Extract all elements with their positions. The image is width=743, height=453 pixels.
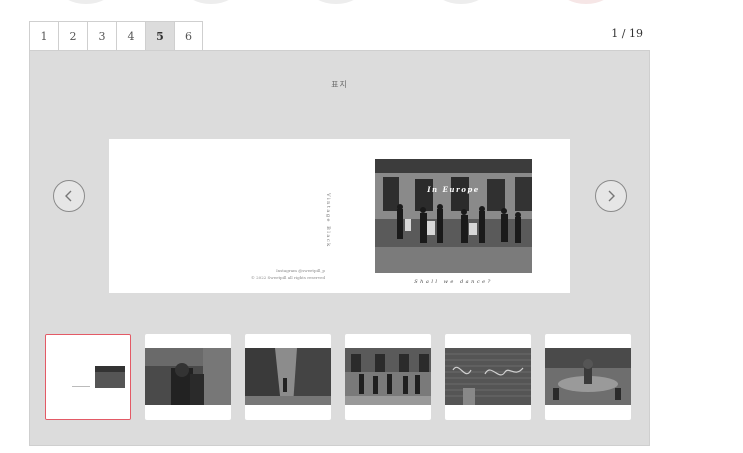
credit-line: Instagram @sweetpill_p — [276, 268, 325, 273]
prev-page-button[interactable] — [53, 180, 85, 212]
photo-title: In Europe — [427, 185, 480, 194]
thumbnail-image — [545, 348, 631, 405]
credit-line: © 2022 Sweetpill all rights reserved — [250, 275, 325, 280]
page-tabs: 1 2 3 4 5 6 — [29, 21, 203, 51]
preview-panel: 표지 Vintage Black Instagram @sweetpill_p … — [29, 50, 650, 446]
spine-text: Vintage Black — [325, 193, 331, 248]
thumbnail-image — [345, 348, 431, 405]
decorative-arc — [310, 0, 362, 4]
tab-5[interactable]: 5 — [145, 21, 174, 51]
thumbnail-cover[interactable] — [45, 334, 131, 420]
thumbnail-narrow-alley[interactable] — [245, 334, 331, 420]
thumbnail-dancers[interactable] — [345, 334, 431, 420]
back-cover-credit: Instagram @sweetpill_p © 2022 Sweetpill … — [225, 267, 325, 281]
tab-3[interactable]: 3 — [87, 21, 116, 51]
thumbnail-image — [245, 348, 331, 405]
chevron-left-icon — [65, 190, 72, 202]
page-count: 1 / 19 — [611, 27, 643, 40]
thumbnail-image — [145, 348, 231, 405]
tab-2[interactable]: 2 — [58, 21, 87, 51]
tab-6[interactable]: 6 — [174, 21, 203, 51]
chevron-right-icon — [608, 190, 615, 202]
tab-1[interactable]: 1 — [29, 21, 58, 51]
thumbnail-image — [46, 335, 130, 419]
thumbnail-image — [445, 348, 531, 405]
next-page-button[interactable] — [595, 180, 627, 212]
thumbnail-graffiti-shutter[interactable] — [445, 334, 531, 420]
dancers-photo — [375, 159, 532, 273]
cover-photo: In Europe — [375, 159, 532, 273]
thumbnail-street-couple[interactable] — [145, 334, 231, 420]
decorative-arc — [60, 0, 112, 4]
decorative-arc — [185, 0, 237, 4]
decorative-arc — [560, 0, 612, 4]
tab-4[interactable]: 4 — [116, 21, 145, 51]
decorative-arc — [435, 0, 487, 4]
cover-caption: Shall we dance? — [414, 279, 493, 285]
cover-title: 표지 — [331, 80, 348, 89]
thumbnail-fountain-plaza[interactable] — [545, 334, 631, 420]
cover-spread: Vintage Black Instagram @sweetpill_p © 2… — [109, 139, 570, 293]
